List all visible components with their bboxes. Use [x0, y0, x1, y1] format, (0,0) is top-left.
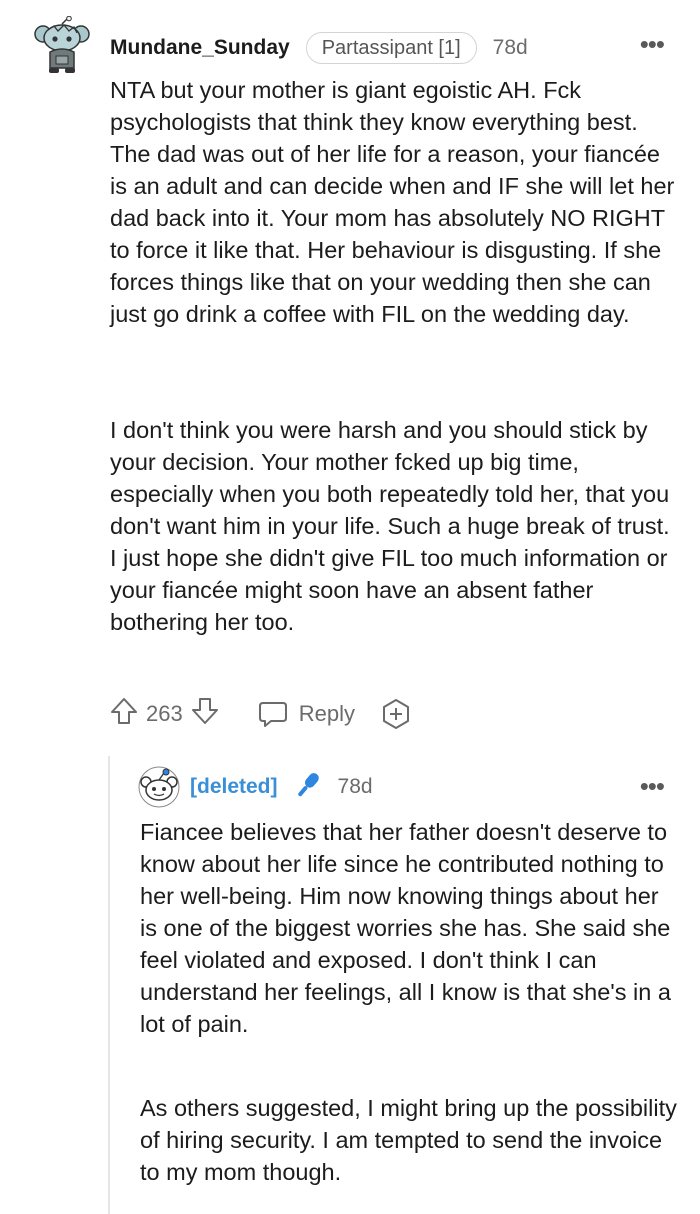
ellipsis-icon[interactable]: ••• — [640, 31, 665, 57]
upvote-icon[interactable] — [108, 695, 140, 733]
comment-meta: Mundane_Sunday Partassipant [1] 78d — [110, 30, 528, 66]
comment-body-2: I don't think you were harsh and you sho… — [110, 414, 680, 638]
downvote-icon[interactable] — [189, 695, 221, 733]
comment-paragraph: NTA but your mother is giant egoistic AH… — [110, 77, 675, 327]
reply-username[interactable]: [deleted] — [190, 775, 278, 799]
reply-body: Fiancee believes that her father doesn't… — [140, 816, 680, 1040]
vote-count: 263 — [146, 701, 183, 726]
comment-body: NTA but your mother is giant egoistic AH… — [110, 74, 680, 330]
reply-paragraph: As others suggested, I might bring up th… — [140, 1095, 677, 1185]
reply-paragraph: Fiancee believes that her father doesn't… — [140, 819, 671, 1037]
reply-label: Reply — [298, 701, 355, 726]
ellipsis-icon[interactable]: ••• — [640, 773, 665, 799]
user-flair: Partassipant [1] — [305, 32, 477, 64]
comment-age: 78d — [492, 36, 528, 59]
user-avatar[interactable] — [34, 15, 90, 74]
reply-avatar[interactable] — [138, 766, 180, 808]
reply-meta: [deleted] 78d — [190, 770, 373, 804]
reply-button[interactable]: Reply — [257, 699, 355, 729]
microphone-icon — [292, 769, 324, 806]
award-button[interactable] — [379, 697, 413, 731]
reply-icon — [258, 702, 287, 727]
comment-paragraph: I don't think you were harsh and you sho… — [110, 417, 670, 635]
add-award-icon — [382, 699, 409, 729]
comment-actions: 263 Reply — [108, 692, 413, 736]
comment-username[interactable]: Mundane_Sunday — [110, 36, 290, 60]
reply-body-2: As others suggested, I might bring up th… — [140, 1092, 680, 1188]
thread-line[interactable] — [108, 756, 110, 1214]
reply-age: 78d — [337, 775, 373, 798]
